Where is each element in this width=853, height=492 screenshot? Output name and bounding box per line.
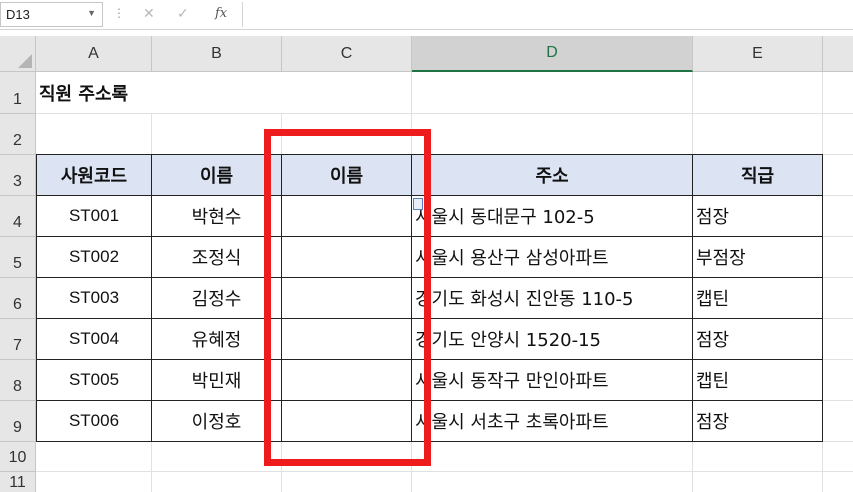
table-cell-rank[interactable]: 점장 [693, 196, 823, 237]
table-cell-name2[interactable] [282, 237, 412, 278]
row-header-7[interactable]: 7 [0, 319, 36, 360]
cell-c10[interactable] [282, 442, 412, 472]
formula-bar: D13 ▼ ⋮ ✕ ✓ fx [0, 0, 853, 30]
cell-b2[interactable] [152, 114, 282, 155]
row-header-2[interactable]: 2 [0, 114, 36, 155]
select-all-button[interactable] [0, 36, 36, 72]
cell-f5[interactable] [823, 237, 853, 278]
table-cell-name[interactable]: 박민재 [152, 360, 282, 401]
table-cell-name2[interactable] [282, 278, 412, 319]
cell-d10[interactable] [412, 442, 693, 472]
cell-e1[interactable] [693, 72, 823, 114]
cell-b10[interactable] [152, 442, 282, 472]
column-header-e[interactable]: E [693, 36, 823, 72]
name-box-value: D13 [6, 7, 30, 22]
cell-c1[interactable] [282, 72, 412, 114]
cell-e2[interactable] [693, 114, 823, 155]
table-cell-name2[interactable] [282, 360, 412, 401]
cell-f2[interactable] [823, 114, 853, 155]
sheet-title[interactable]: 직원 주소록 [36, 72, 282, 114]
column-header-d[interactable]: D [412, 36, 693, 72]
formula-bar-grip-icon: ⋮ [113, 6, 125, 20]
table-header-address[interactable]: 주소 [412, 154, 693, 196]
cell-b11[interactable] [152, 472, 282, 492]
row-header-4[interactable]: 4 [0, 196, 36, 237]
cell-d1[interactable] [412, 72, 693, 114]
cell-f4[interactable] [823, 196, 853, 237]
table-cell-rank[interactable]: 점장 [693, 319, 823, 360]
row-header-1[interactable]: 1 [0, 72, 36, 114]
cell-e11[interactable] [693, 472, 823, 492]
column-header-a[interactable]: A [36, 36, 152, 72]
table-cell-address[interactable]: 서울시 용산구 삼성아파트 [412, 237, 693, 278]
row-header-11[interactable]: 11 [0, 472, 36, 492]
column-header-b[interactable]: B [152, 36, 282, 72]
table-header-name[interactable]: 이름 [152, 154, 282, 196]
table-cell-code[interactable]: ST005 [36, 360, 152, 401]
cell-c2[interactable] [282, 114, 412, 155]
table-cell-name[interactable]: 박현수 [152, 196, 282, 237]
cell-f9[interactable] [823, 401, 853, 442]
table-cell-code[interactable]: ST002 [36, 237, 152, 278]
row-header-5[interactable]: 5 [0, 237, 36, 278]
table-header-code[interactable]: 사원코드 [36, 154, 152, 196]
formula-input[interactable] [242, 2, 853, 27]
cell-e10[interactable] [693, 442, 823, 472]
cell-f11[interactable] [823, 472, 853, 492]
table-cell-rank[interactable]: 점장 [693, 401, 823, 442]
insert-function-icon[interactable]: fx [215, 6, 227, 21]
cell-a2[interactable] [36, 114, 152, 155]
select-all-triangle-icon [18, 54, 32, 68]
cell-d2[interactable] [412, 114, 693, 155]
cell-f7[interactable] [823, 319, 853, 360]
table-cell-rank[interactable]: 캡틴 [693, 278, 823, 319]
chevron-down-icon[interactable]: ▼ [87, 8, 96, 18]
table-cell-address[interactable]: 경기도 화성시 진안동 110-5 [412, 278, 693, 319]
cell-a10[interactable] [36, 442, 152, 472]
column-header-f-partial[interactable] [823, 36, 853, 72]
enter-icon[interactable]: ✓ [177, 5, 189, 22]
row-header-10[interactable]: 10 [0, 442, 36, 472]
table-cell-name[interactable]: 김정수 [152, 278, 282, 319]
paste-options-icon[interactable] [413, 198, 423, 210]
table-cell-code[interactable]: ST003 [36, 278, 152, 319]
cell-f6[interactable] [823, 278, 853, 319]
table-cell-rank[interactable]: 부점장 [693, 237, 823, 278]
table-header-rank[interactable]: 직급 [693, 154, 823, 196]
table-cell-code[interactable]: ST006 [36, 401, 152, 442]
table-cell-name2[interactable] [282, 401, 412, 442]
table-cell-name2[interactable] [282, 319, 412, 360]
table-cell-rank[interactable]: 캡틴 [693, 360, 823, 401]
column-header-c[interactable]: C [282, 36, 412, 72]
table-cell-address[interactable]: 서울시 동대문구 102-5 [412, 196, 693, 237]
cell-d11[interactable] [412, 472, 693, 492]
cell-f1[interactable] [823, 72, 853, 114]
cancel-icon[interactable]: ✕ [143, 5, 155, 22]
cell-f3[interactable] [823, 155, 853, 196]
table-cell-name[interactable]: 조정식 [152, 237, 282, 278]
table-cell-name2[interactable] [282, 196, 412, 237]
cell-c11[interactable] [282, 472, 412, 492]
table-cell-address[interactable]: 서울시 서초구 초록아파트 [412, 401, 693, 442]
table-header-name2[interactable]: 이름 [282, 154, 412, 196]
row-header-9[interactable]: 9 [0, 401, 36, 442]
row-header-6[interactable]: 6 [0, 278, 36, 319]
table-cell-code[interactable]: ST004 [36, 319, 152, 360]
table-cell-address[interactable]: 서울시 동작구 만인아파트 [412, 360, 693, 401]
row-header-8[interactable]: 8 [0, 360, 36, 401]
cell-f10[interactable] [823, 442, 853, 472]
table-cell-name[interactable]: 이정호 [152, 401, 282, 442]
cell-f8[interactable] [823, 360, 853, 401]
cell-a11[interactable] [36, 472, 152, 492]
table-cell-code[interactable]: ST001 [36, 196, 152, 237]
table-cell-name[interactable]: 유혜정 [152, 319, 282, 360]
row-header-3[interactable]: 3 [0, 155, 36, 196]
table-cell-address[interactable]: 경기도 안양시 1520-15 [412, 319, 693, 360]
name-box[interactable]: D13 ▼ [0, 2, 103, 27]
